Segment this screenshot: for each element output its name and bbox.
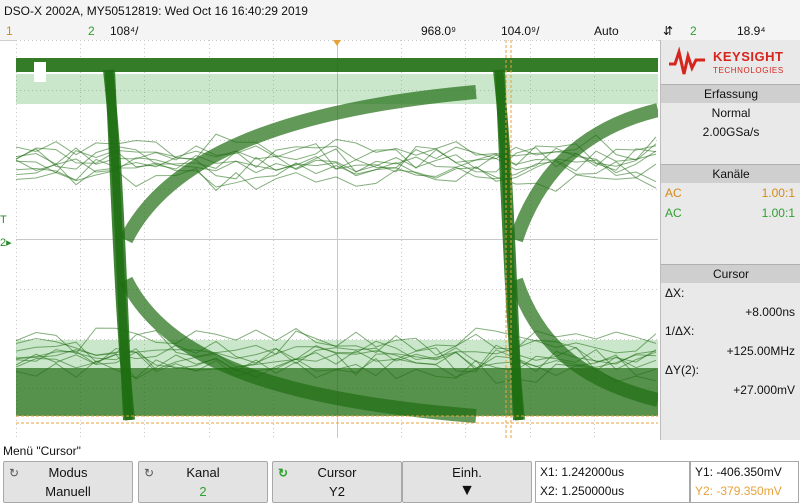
instrument-title: DSO-X 2002A, MY50512819: Wed Oct 16 16:4… [4,4,308,18]
ch1-indicator[interactable]: 1 [6,24,13,38]
time-scale: 104.0⁹/ [501,24,540,38]
status-bar: 1 2 108⁴/ 968.0⁹ 104.0⁹/ Auto ⇵ 2 18.9⁴ [0,22,800,41]
y1-readout: Y1: -406.350mV [695,465,782,479]
ch1-probe: 1.00:1 [761,186,795,200]
delta-x-label: ΔX: [665,286,685,300]
keysight-logo: KEYSIGHT TECHNOLOGIES [667,46,795,80]
waveform-display[interactable] [16,40,658,438]
softkey-mode-label: Modus [48,465,88,480]
softkey-units-label: Einh. [452,465,482,480]
eye-upper-curve-right [509,103,658,243]
softkey-channel[interactable]: ↻ Kanal 2 [138,461,268,503]
softkey-channel-value: 2 [199,484,207,499]
ch2-scale: 108⁴/ [110,24,139,38]
brand-subtitle: TECHNOLOGIES [713,66,784,75]
sample-rate: 2.00GSa/s [702,125,760,139]
time-position: 968.0⁹ [421,24,457,38]
x2-readout: X2: 1.250000us [540,484,625,498]
waveform-plot [16,40,658,438]
y2-readout: Y2: -379.350mV [695,484,782,498]
brand-name: KEYSIGHT [713,49,784,64]
softkey-cursor-label: Cursor [317,465,357,480]
time-reference-marker [333,40,341,46]
title-bar: DSO-X 2002A, MY50512819: Wed Oct 16 16:4… [0,0,800,22]
menu-title: Menü "Cursor" [3,444,81,458]
inv-delta-x-value: +125.00MHz [726,344,795,358]
cursor-header: Cursor [661,264,800,283]
trigger-mode: Auto [594,24,619,38]
trigger-level-marker[interactable]: T [0,214,14,226]
trigger-channel: 2 [690,24,697,38]
trigger-level: 18.9⁴ [737,24,766,38]
softkey-mode[interactable]: ↻ Modus Manuell [3,461,133,503]
marker-square [34,62,46,82]
acquisition-mode: Normal [711,106,751,120]
ch2-indicator[interactable]: 2 [88,24,95,38]
keysight-wave-icon [669,46,705,75]
ch2-probe: 1.00:1 [761,206,795,220]
softkey-channel-label: Kanal [186,465,220,480]
channels-header: Kanäle [661,164,800,183]
ch2-ground-marker[interactable]: 2▸ [0,236,14,249]
info-panel: KEYSIGHT TECHNOLOGIES Erfassung Normal 2… [660,40,800,440]
y-cursor-readout: Y1: -406.350mV Y2: -379.350mV [690,461,799,503]
ch2-coupling: AC [665,206,682,220]
inv-delta-x-label: 1/ΔX: [665,324,695,338]
acquisition-header: Erfassung [661,84,800,103]
softkey-units[interactable]: Einh. ▼ [402,461,532,503]
ch1-coupling: AC [665,186,682,200]
x-cursor-readout: X1: 1.242000us X2: 1.250000us [535,461,690,503]
delta-y-value: +27.000mV [733,383,795,397]
trigger-slope-icon: ⇵ [663,24,674,38]
chevron-down-icon: ▼ [459,482,475,499]
softkey-mode-value: Manuell [45,484,91,499]
x1-readout: X1: 1.242000us [540,465,625,479]
delta-x-value: +8.000ns [745,305,795,319]
softkey-cursor-value: Y2 [329,484,345,499]
softkey-cursor[interactable]: ↻ Cursor Y2 [272,461,402,503]
delta-y-label: ΔY(2): [665,363,700,377]
